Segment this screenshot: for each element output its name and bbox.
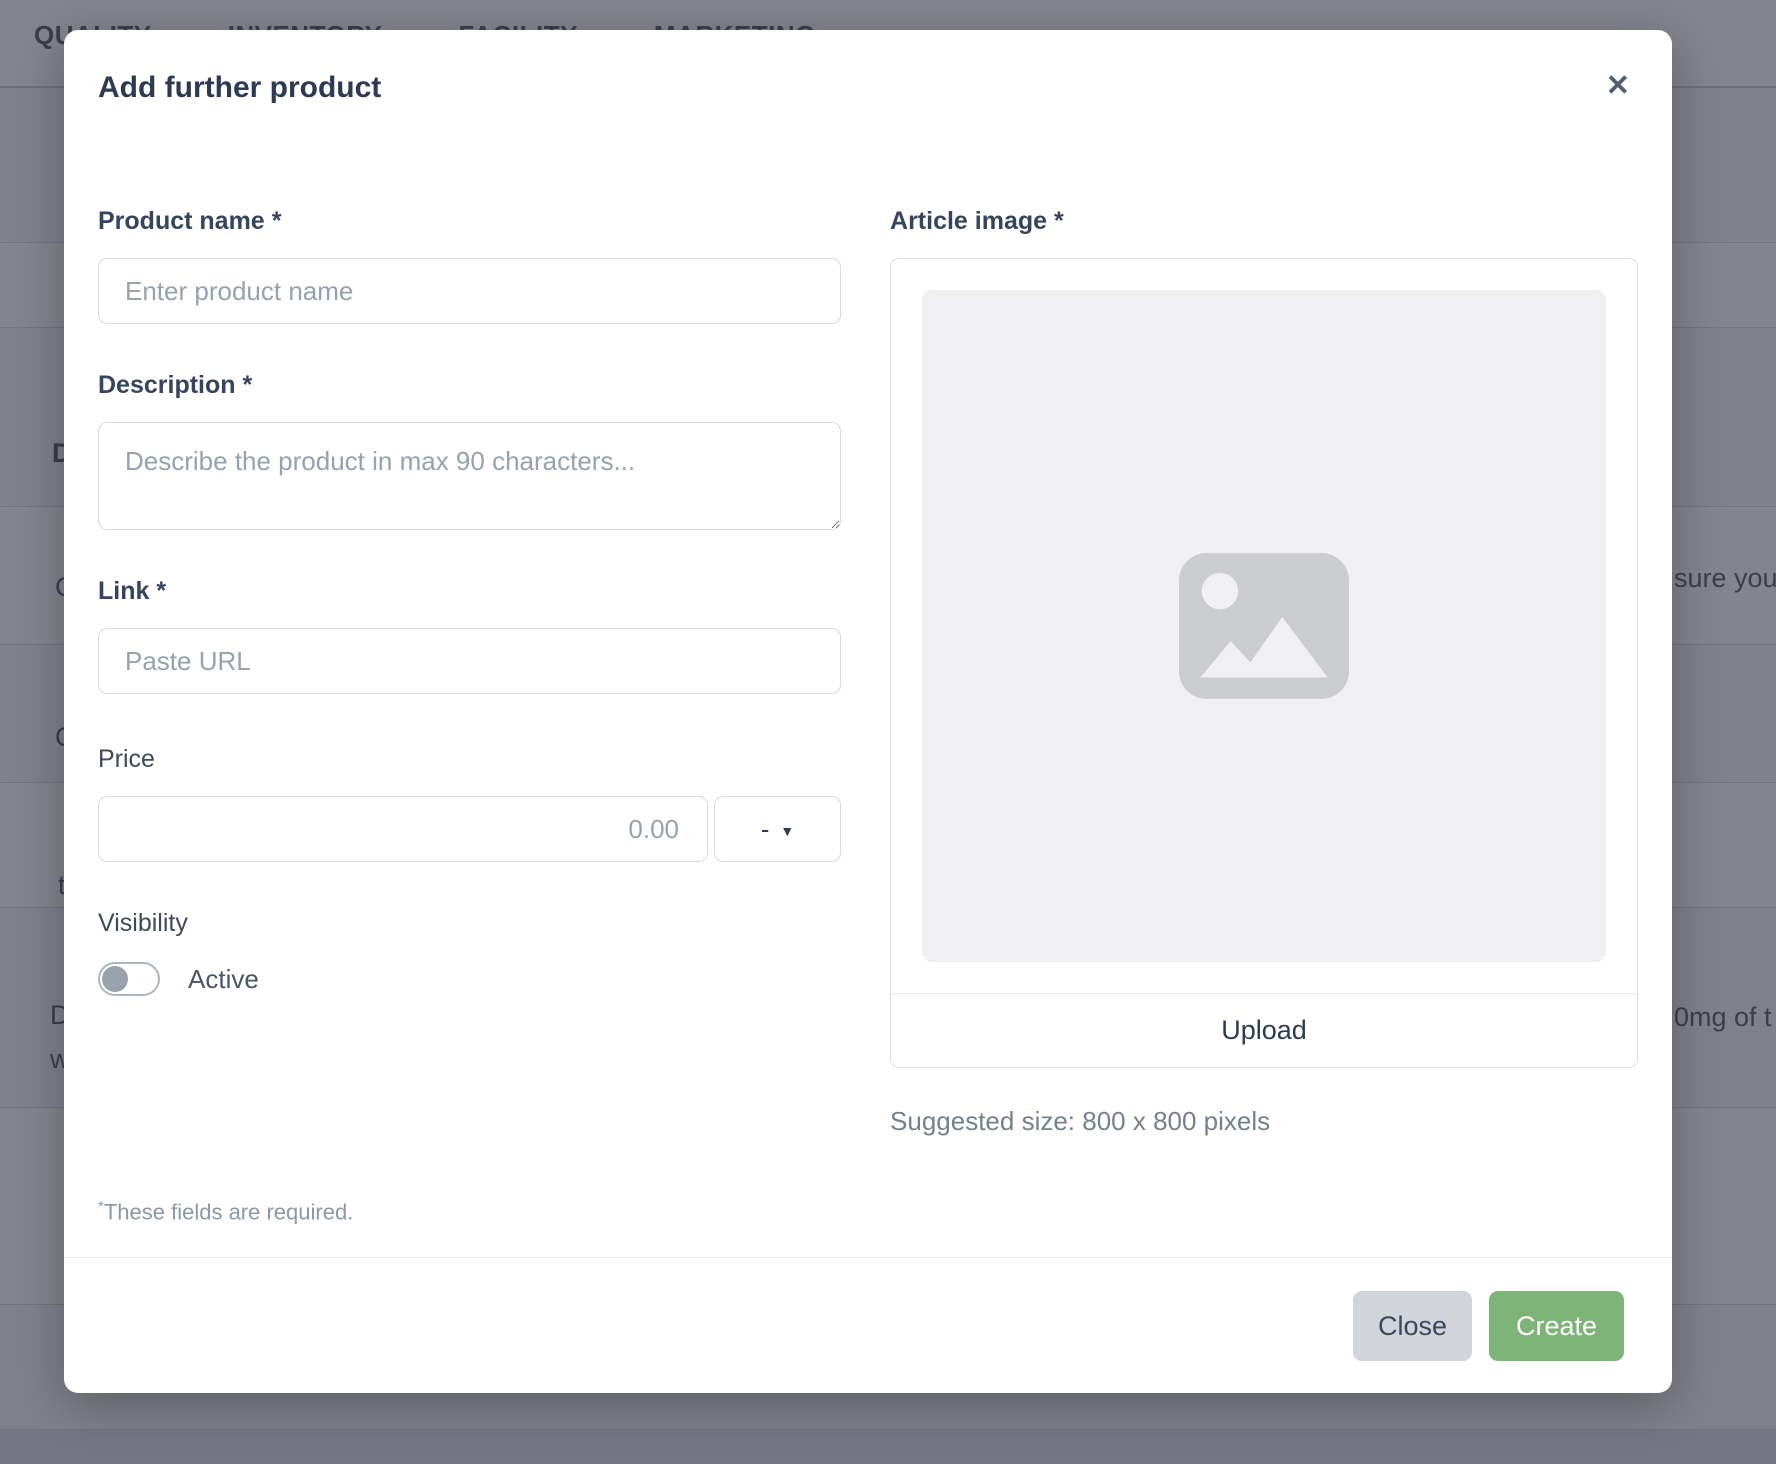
description-textarea[interactable] <box>98 422 842 530</box>
required-mark: * <box>242 371 253 399</box>
link-input[interactable] <box>98 628 842 694</box>
visibility-label: Visibility <box>98 909 188 937</box>
screen: QUALITY INVENTORY FACILITY MARKETING D C… <box>0 0 1776 1464</box>
toggle-state-label: Active <box>188 963 259 994</box>
required-fields-note: *These fields are required. <box>98 1198 841 1225</box>
image-column: Article image * Upload Suggested size: 8… <box>890 206 1638 1225</box>
price-row: - ▼ <box>98 796 842 862</box>
article-image-label: Article image * <box>890 206 1638 236</box>
form-column: Product name* Description* Link* Price -… <box>98 206 842 1225</box>
chevron-down-icon: ▼ <box>780 822 795 839</box>
label-text: Description <box>98 371 236 399</box>
price-input[interactable] <box>98 796 709 862</box>
modal-footer: Close Create <box>64 1257 1672 1393</box>
image-size-hint: Suggested size: 800 x 800 pixels <box>890 1106 1271 1136</box>
visibility-toggle[interactable] <box>98 962 160 996</box>
required-mark: * <box>1054 207 1064 235</box>
create-button[interactable]: Create <box>1489 1290 1624 1361</box>
article-image-box: Upload <box>890 258 1638 1068</box>
currency-dropdown[interactable]: - ▼ <box>714 796 842 862</box>
modal-header: Add further product ✕ <box>64 30 1672 106</box>
description-label: Description * <box>98 370 841 400</box>
required-mark: * <box>271 207 282 235</box>
link-label: Link * <box>98 576 841 606</box>
modal-body: Product name* Description* Link* Price -… <box>64 106 1672 1257</box>
close-icon[interactable]: ✕ <box>1598 70 1638 102</box>
image-placeholder <box>922 290 1606 962</box>
visibility-toggle-row: Active <box>98 962 841 996</box>
label-text: Product name <box>98 207 265 235</box>
upload-button[interactable]: Upload <box>891 993 1637 1067</box>
modal-title: Add further product <box>98 71 382 104</box>
label-text: Link <box>98 577 150 605</box>
required-mark: * <box>156 577 167 605</box>
add-product-modal: Add further product ✕ Product name* Desc… <box>64 30 1672 1393</box>
image-dropzone[interactable] <box>891 259 1637 993</box>
label-text: Article image <box>890 207 1048 235</box>
price-label: Price <box>98 745 155 773</box>
product-name-label: Product name * <box>98 206 841 236</box>
close-button[interactable]: Close <box>1353 1290 1472 1361</box>
product-name-input[interactable] <box>98 258 842 324</box>
note-text: These fields are required. <box>103 1199 354 1224</box>
currency-selected-value: - <box>760 814 770 844</box>
image-icon <box>1179 553 1349 699</box>
toggle-knob <box>102 966 128 992</box>
